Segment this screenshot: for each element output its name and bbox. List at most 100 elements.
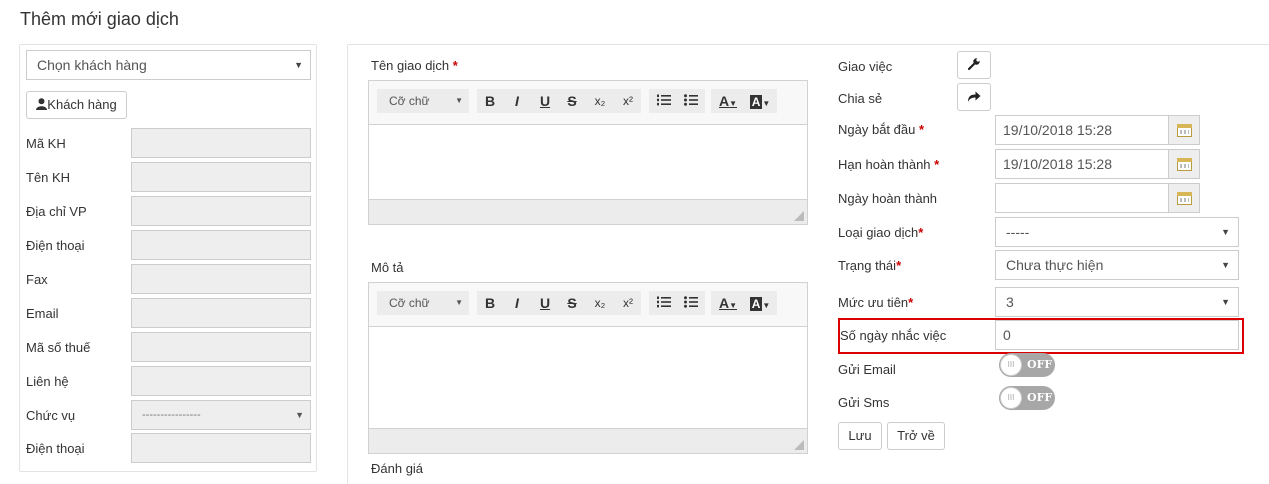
calendar-icon <box>1177 158 1192 171</box>
required-mark: * <box>918 122 925 137</box>
calendar-icon <box>1177 192 1192 205</box>
start-date-label: Ngày bắt đầu * <box>838 122 924 137</box>
deadline-input[interactable]: 19/10/2018 15:28 <box>995 149 1169 179</box>
customer-code-label: Mã KH <box>26 136 66 151</box>
fax-label: Fax <box>26 272 48 287</box>
chevron-down-icon: ▼ <box>455 96 463 105</box>
text-color-label: A <box>718 295 730 311</box>
customer-name-label: Tên KH <box>26 170 71 185</box>
start-date-calendar-button[interactable] <box>1168 115 1200 145</box>
editor-footer <box>369 428 807 453</box>
send-email-toggle-label: OFF <box>1027 358 1053 371</box>
completed-date-label: Ngày hoàn thành <box>838 191 938 206</box>
subscript-button[interactable]: x₂ <box>587 291 613 315</box>
chevron-down-icon: ▼ <box>762 301 771 310</box>
phone-input[interactable] <box>131 230 311 260</box>
strikethrough-button[interactable]: S <box>559 89 585 113</box>
save-button[interactable]: Lưu <box>838 422 882 450</box>
font-size-select[interactable]: Cỡ chữ ▼ <box>377 89 469 113</box>
format-group: B I U S x₂ x² <box>477 291 641 315</box>
position-select-value: ---------------- <box>142 409 201 421</box>
deadline-calendar-button[interactable] <box>1168 149 1200 179</box>
ordered-list-button[interactable] <box>651 291 677 315</box>
transaction-type-select[interactable]: ----- ▼ <box>995 217 1239 247</box>
required-mark: * <box>896 258 902 273</box>
underline-button[interactable]: U <box>532 291 558 315</box>
email-label: Email <box>26 306 59 321</box>
transaction-type-value: ----- <box>1006 224 1030 240</box>
strikethrough-button[interactable]: S <box>559 291 585 315</box>
superscript-button[interactable]: x² <box>615 89 641 113</box>
send-email-toggle[interactable]: III OFF <box>999 353 1055 377</box>
background-color-button[interactable]: A ▼ <box>745 89 775 113</box>
customer-button[interactable]: Khách hàng <box>26 91 127 119</box>
bullet-list-button[interactable] <box>678 89 704 113</box>
office-address-input[interactable] <box>131 196 311 226</box>
resize-handle-icon[interactable] <box>794 440 804 450</box>
customer-code-input[interactable] <box>131 128 311 158</box>
send-sms-label: Gửi Sms <box>838 395 890 410</box>
send-sms-toggle-label: OFF <box>1027 391 1053 404</box>
bullet-list-button[interactable] <box>678 291 704 315</box>
superscript-button[interactable]: x² <box>615 291 641 315</box>
completed-date-input[interactable] <box>995 183 1169 213</box>
italic-button[interactable]: I <box>504 291 530 315</box>
bold-button[interactable]: B <box>477 89 503 113</box>
text-color-button[interactable]: A▼ <box>713 89 743 113</box>
toggle-knob: III <box>1000 387 1022 409</box>
wrench-icon <box>967 58 980 71</box>
resize-handle-icon[interactable] <box>794 211 804 221</box>
tax-code-input[interactable] <box>131 332 311 362</box>
status-select[interactable]: Chưa thực hiện ▼ <box>995 250 1239 280</box>
phone-label: Điện thoại <box>26 238 85 253</box>
share-button[interactable] <box>957 83 991 111</box>
customer-select[interactable]: Chọn khách hàng ▼ <box>26 50 311 80</box>
send-sms-toggle[interactable]: III OFF <box>999 386 1055 410</box>
chevron-down-icon: ▼ <box>295 410 304 420</box>
priority-label-text: Mức ưu tiên <box>838 295 909 310</box>
subscript-button[interactable]: x₂ <box>587 89 613 113</box>
contact-input[interactable] <box>131 366 311 396</box>
back-button[interactable]: Trở về <box>887 422 945 450</box>
list-group <box>649 89 705 113</box>
description-editor[interactable]: Cỡ chữ ▼ B I U S x₂ x² A▼ A ▼ <box>368 282 808 454</box>
background-color-button[interactable]: A ▼ <box>745 291 775 315</box>
reminder-days-input[interactable]: 0 <box>995 320 1239 350</box>
customer-button-label: Khách hàng <box>47 97 117 112</box>
transaction-name-editor[interactable]: Cỡ chữ ▼ B I U S x₂ x² A▼ A ▼ <box>368 80 808 225</box>
ordered-list-button[interactable] <box>651 89 677 113</box>
bold-button[interactable]: B <box>477 291 503 315</box>
required-mark: * <box>934 157 940 172</box>
chevron-down-icon: ▼ <box>762 99 771 108</box>
share-label: Chia sẻ <box>838 91 883 106</box>
start-date-label-text: Ngày bắt đầu <box>838 122 916 137</box>
bullet-list-icon <box>684 296 698 308</box>
fax-input[interactable] <box>131 264 311 294</box>
email-input[interactable] <box>131 298 311 328</box>
list-group <box>649 291 705 315</box>
chevron-down-icon: ▼ <box>729 301 738 310</box>
chevron-down-icon: ▼ <box>1221 227 1230 237</box>
completed-date-calendar-button[interactable] <box>1168 183 1200 213</box>
transaction-type-label-text: Loại giao dịch <box>838 225 919 240</box>
italic-button[interactable]: I <box>504 89 530 113</box>
editor-toolbar: Cỡ chữ ▼ B I U S x₂ x² A▼ A ▼ <box>369 283 807 327</box>
share-arrow-icon <box>968 91 981 102</box>
required-mark: * <box>452 58 458 73</box>
position-select[interactable]: ---------------- ▼ <box>131 400 311 430</box>
text-color-button[interactable]: A▼ <box>713 291 743 315</box>
priority-select[interactable]: 3 ▼ <box>995 287 1239 317</box>
start-date-input[interactable]: 19/10/2018 15:28 <box>995 115 1169 145</box>
underline-button[interactable]: U <box>532 89 558 113</box>
evaluation-label: Đánh giá <box>371 461 424 476</box>
customer-name-input[interactable] <box>131 162 311 192</box>
phone-2-input[interactable] <box>131 433 311 463</box>
status-label-text: Trạng thái <box>838 258 897 273</box>
chevron-down-icon: ▼ <box>455 298 463 307</box>
transaction-name-label: Tên giao dịch * <box>371 58 458 73</box>
phone-2-label: Điện thoại <box>26 441 85 456</box>
assign-button[interactable] <box>957 51 991 79</box>
transaction-type-label: Loại giao dịch* <box>838 225 923 240</box>
font-size-select[interactable]: Cỡ chữ ▼ <box>377 291 469 315</box>
priority-label: Mức ưu tiên* <box>838 295 913 310</box>
